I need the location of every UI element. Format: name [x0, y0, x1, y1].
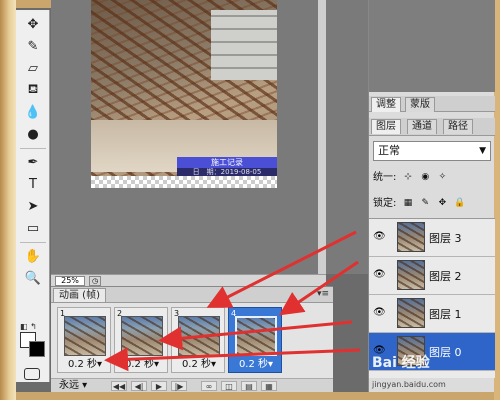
pen-tool-icon[interactable]: ✒: [21, 152, 45, 172]
layer-name: 图层 3: [429, 232, 462, 245]
lock-row: 锁定: ▦ ✎ ✥ 🔒: [373, 197, 466, 210]
chevron-down-icon: ▼: [479, 146, 486, 156]
path-select-tool-icon[interactable]: ➤: [21, 196, 45, 216]
previous-frame-button[interactable]: ◀|: [131, 381, 147, 391]
move-tool-icon[interactable]: ✥: [21, 14, 45, 34]
frame-delay-select[interactable]: 0.2 秒▾: [60, 359, 110, 371]
default-colors-icon[interactable]: ◧ ↰: [20, 322, 37, 331]
delete-frame-button[interactable]: ▦: [261, 381, 277, 391]
animation-frame-3[interactable]: 3 0.2 秒▾: [171, 307, 225, 373]
frame-delay-select[interactable]: 0.2 秒▾: [174, 359, 224, 371]
quick-mask-icon[interactable]: [24, 368, 40, 380]
zoom-tool-icon[interactable]: 🔍: [21, 268, 45, 288]
animation-controls: 永远 ▾ ◀◀ ◀| ▶ |▶ ∞ ◫ ▤ ▦: [51, 378, 333, 392]
loop-options-select[interactable]: 永远 ▾: [59, 380, 87, 392]
tab-animation-frames[interactable]: 动画 (帧): [53, 288, 106, 302]
frame-delay-select[interactable]: 0.2 秒▾: [231, 359, 281, 371]
unify-visibility-icon[interactable]: ◉: [420, 172, 431, 183]
tools-panel: ✥ ✎ ▱ ⛾ 💧 ● ✒ T ➤ ▭ ✋ 🔍 ◧ ↰: [16, 10, 50, 382]
layer-thumbnail: [397, 298, 425, 328]
layer-thumbnail: [397, 222, 425, 252]
tool-divider: [20, 242, 46, 243]
frame-thumbnail: [121, 316, 163, 356]
status-menu-icon[interactable]: ◷: [89, 276, 101, 286]
photo-block-wall: [211, 10, 277, 80]
next-frame-button[interactable]: |▶: [171, 381, 187, 391]
frame-delay-select[interactable]: 0.2 秒▾: [117, 359, 167, 371]
background-color-swatch[interactable]: [29, 341, 45, 357]
eraser-tool-icon[interactable]: ▱: [21, 58, 45, 78]
panel-menu-icon[interactable]: ▾≡: [317, 289, 329, 299]
animation-panel-header: 动画 (帧) ▾≡: [51, 287, 333, 303]
tab-channels[interactable]: 通道: [407, 119, 437, 134]
dodge-tool-icon[interactable]: ●: [21, 124, 45, 144]
eye-icon[interactable]: 👁: [373, 269, 387, 281]
collapsed-panel-area: [369, 0, 495, 92]
canvas-vertical-scrollbar[interactable]: [318, 0, 326, 286]
bucket-tool-icon[interactable]: ⛾: [21, 80, 45, 100]
tool-divider: [20, 148, 46, 149]
unify-style-icon[interactable]: ✧: [437, 172, 448, 183]
duplicate-frame-button[interactable]: ◫: [221, 381, 237, 391]
tab-masks[interactable]: 蒙版: [405, 97, 435, 112]
layer-name: 图层 1: [429, 308, 462, 321]
frame-thumbnail: [178, 316, 220, 356]
construction-photo: 施工记录 日 期：2019-08-05 15:51:38: [91, 0, 277, 188]
right-panel-dock: 调整 蒙版 图层 通道 路径 正常 ▼ 统一: ⊹ ◉ ✧ 锁定: ▦ ✎ ✥ …: [368, 0, 495, 392]
transparency-checkerboard: [91, 176, 277, 188]
tab-adjustments[interactable]: 调整: [371, 97, 401, 112]
brush-tool-icon[interactable]: ✎: [21, 36, 45, 56]
play-button[interactable]: ▶: [151, 381, 167, 391]
watermark-logo: Bai 经验 jingyan.baidu.com: [372, 355, 446, 389]
rectangle-tool-icon[interactable]: ▭: [21, 218, 45, 238]
blur-tool-icon[interactable]: 💧: [21, 102, 45, 122]
type-tool-icon[interactable]: T: [21, 174, 45, 194]
frame-thumbnail: [64, 316, 106, 356]
layer-row[interactable]: 👁 图层 3: [369, 219, 495, 257]
photo-stamp-title: 施工记录: [177, 157, 277, 168]
decorative-frame-left: [0, 0, 16, 400]
layer-name: 图层 2: [429, 270, 462, 283]
layer-row[interactable]: 👁 图层 1: [369, 295, 495, 333]
animation-frame-2[interactable]: 2 0.2 秒▾: [114, 307, 168, 373]
animation-frame-1[interactable]: 1 0.2 秒▾: [57, 307, 111, 373]
zoom-level-field[interactable]: 25%: [55, 276, 85, 286]
layer-thumbnail: [397, 260, 425, 290]
lock-all-icon[interactable]: 🔒: [454, 198, 465, 209]
status-bar: 25% ◷: [51, 274, 326, 286]
tab-paths[interactable]: 路径: [443, 119, 473, 134]
frame-strip: 1 0.2 秒▾ 2 0.2 秒▾ 3 0.2 秒▾ 4 0.2 秒▾: [57, 307, 333, 373]
eye-icon[interactable]: 👁: [373, 307, 387, 319]
new-frame-button[interactable]: ▤: [241, 381, 257, 391]
animation-panel: 动画 (帧) ▾≡ 1 0.2 秒▾ 2 0.2 秒▾ 3 0.2 秒▾ 4 0…: [51, 286, 333, 392]
tab-layers[interactable]: 图层: [371, 119, 401, 134]
layers-tab-bar: 图层 通道 路径: [369, 118, 495, 136]
eye-icon[interactable]: 👁: [373, 231, 387, 243]
unify-position-icon[interactable]: ⊹: [403, 172, 414, 183]
lock-transparency-icon[interactable]: ▦: [403, 198, 414, 209]
first-frame-button[interactable]: ◀◀: [111, 381, 127, 391]
layer-row[interactable]: 👁 图层 2: [369, 257, 495, 295]
unify-row: 统一: ⊹ ◉ ✧: [373, 171, 448, 184]
frame-thumbnail: [235, 316, 277, 356]
lock-position-icon[interactable]: ✥: [437, 198, 448, 209]
lock-pixels-icon[interactable]: ✎: [420, 198, 431, 209]
adjustments-tab-bar: 调整 蒙版: [369, 96, 495, 112]
animation-frame-4[interactable]: 4 0.2 秒▾: [228, 307, 282, 373]
hand-tool-icon[interactable]: ✋: [21, 246, 45, 266]
blend-mode-select[interactable]: 正常 ▼: [373, 141, 491, 161]
tween-button[interactable]: ∞: [201, 381, 217, 391]
